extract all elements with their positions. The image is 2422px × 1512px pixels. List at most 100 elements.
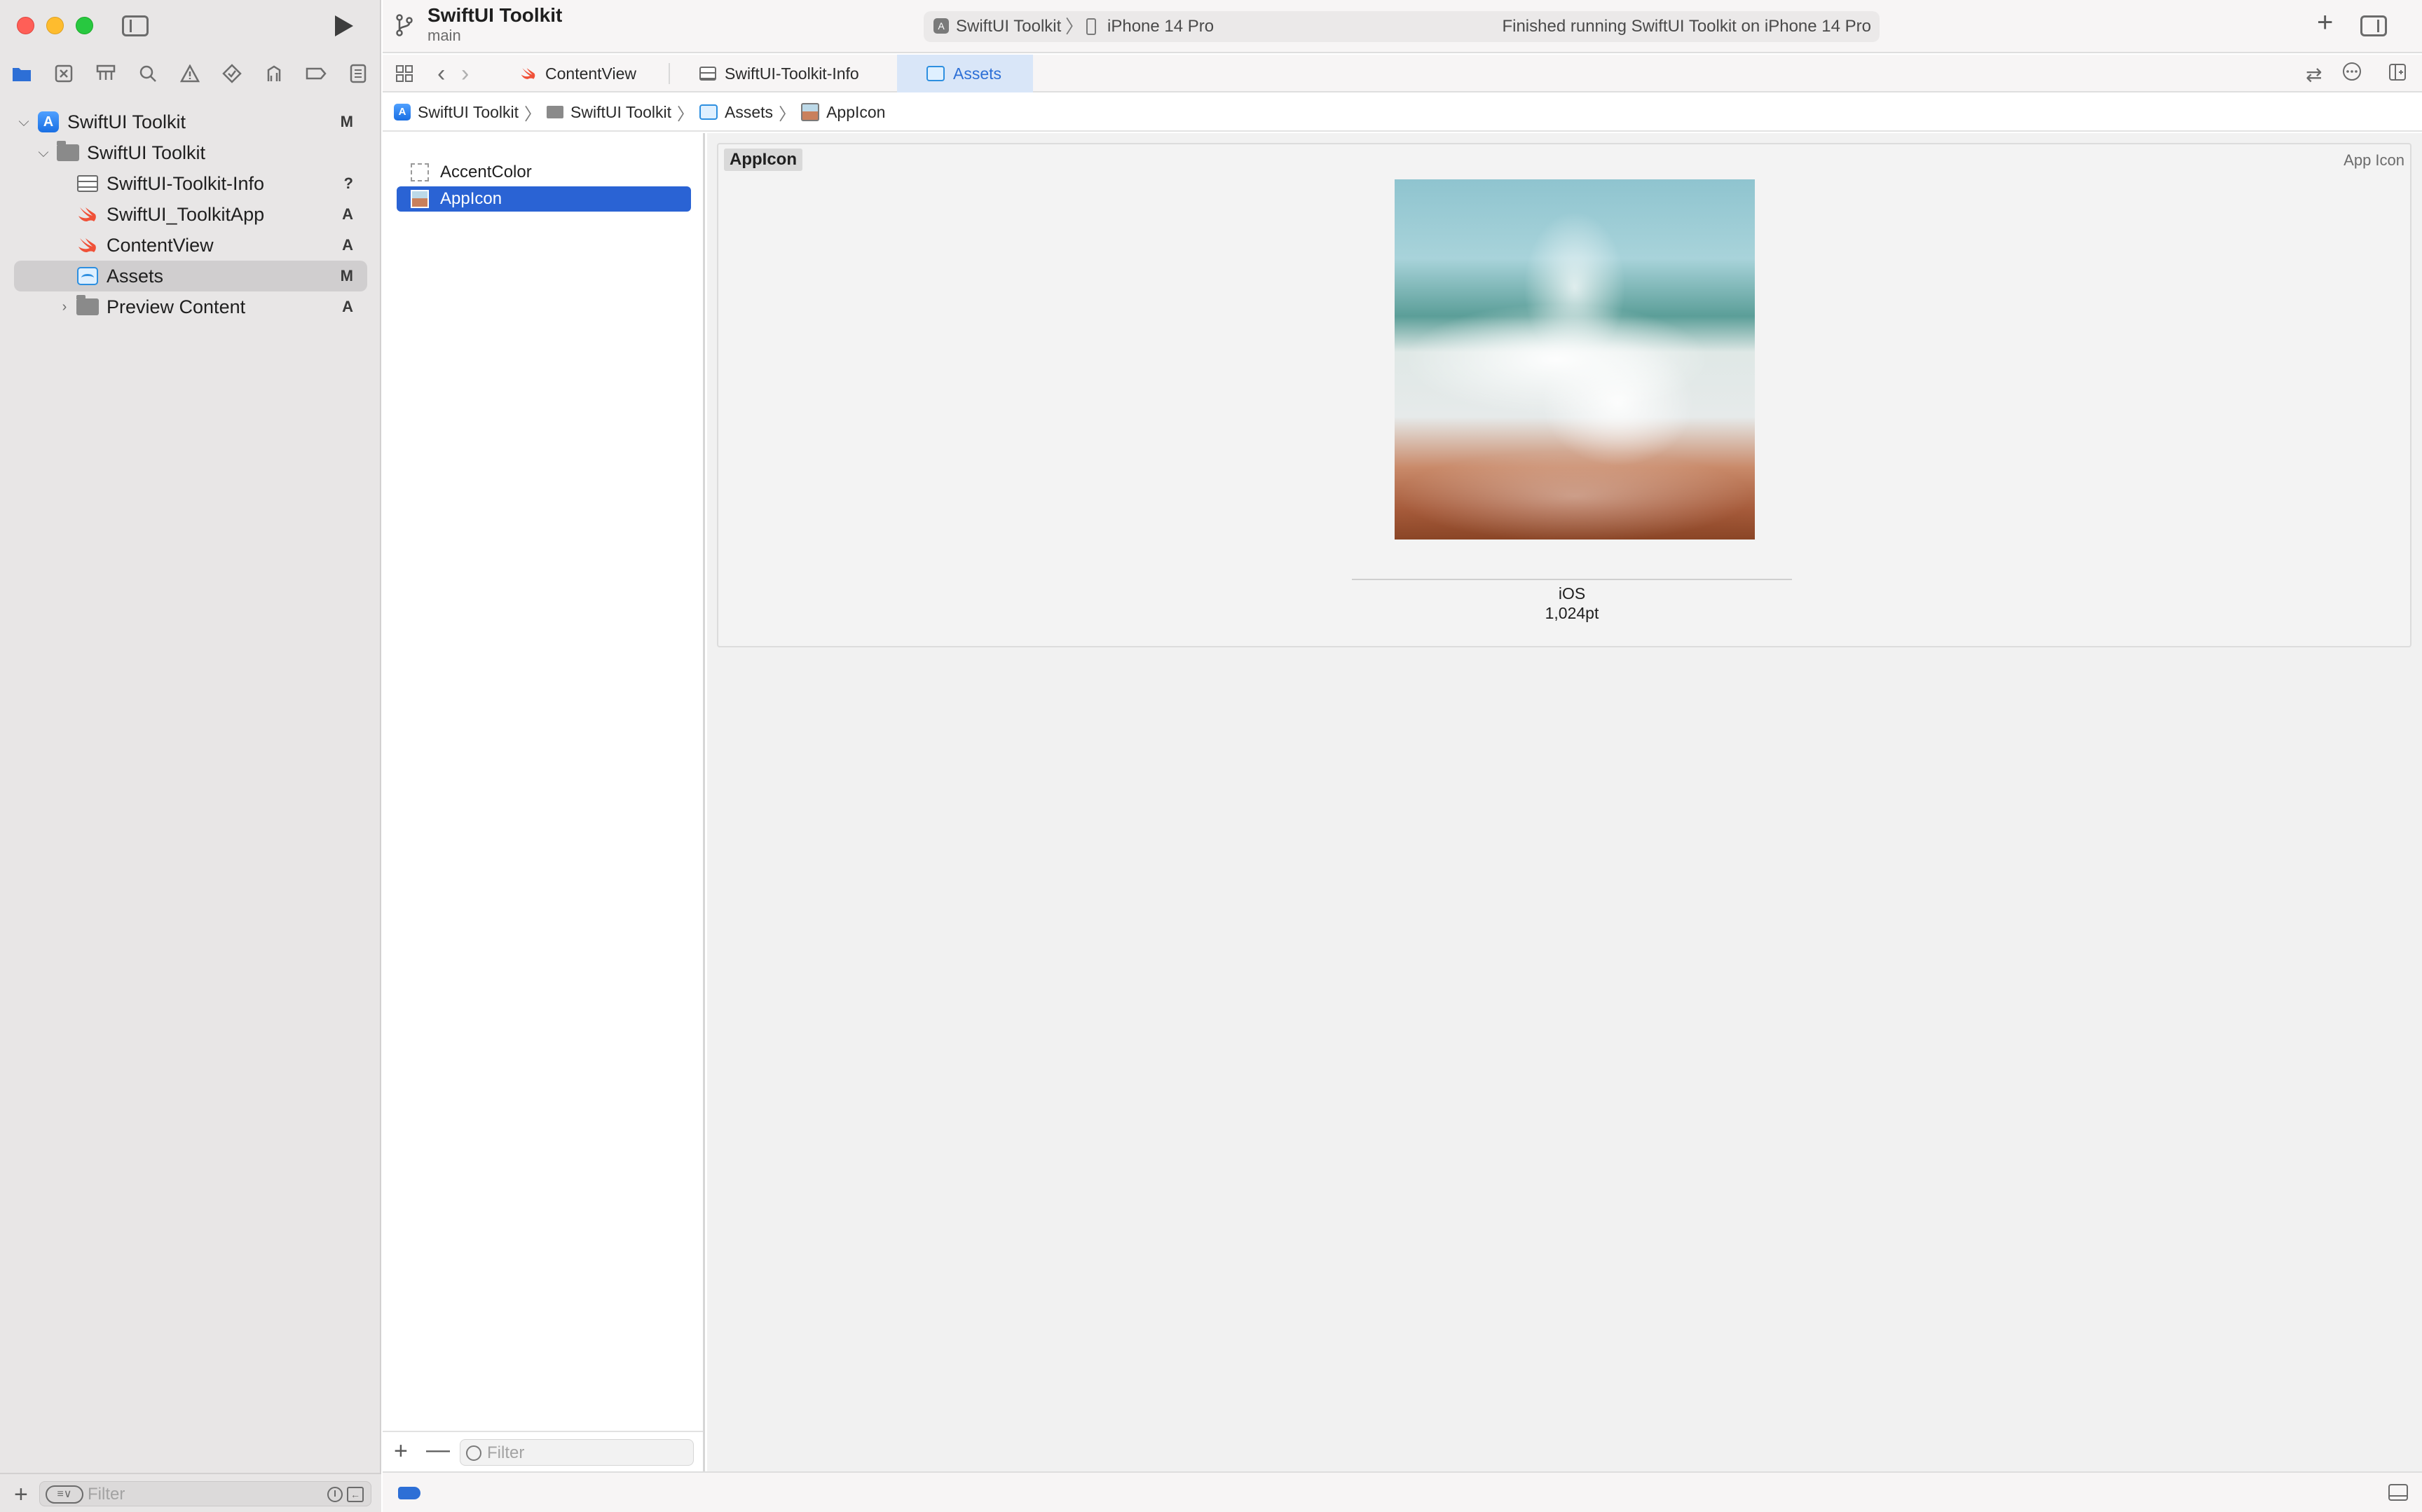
navigator-filter-field[interactable]: ≡∨ Filter ←: [39, 1481, 371, 1506]
find-navigator-icon[interactable]: [137, 63, 158, 84]
filter-icon: [466, 1445, 481, 1461]
jump-bar-group[interactable]: SwiftUI Toolkit: [547, 103, 671, 122]
more-options-icon[interactable]: [2342, 62, 2362, 86]
add-asset-button[interactable]: +: [394, 1438, 408, 1465]
disclosure-closed-icon[interactable]: ›: [56, 298, 73, 315]
source-control-navigator-icon[interactable]: [53, 63, 74, 84]
tab-label: Assets: [953, 64, 1002, 83]
navigator-sidebar: ⌵ A SwiftUI Toolkit M ⌵ SwiftUI Toolkit …: [0, 0, 381, 1512]
source-control-badge: M: [340, 113, 353, 130]
asset-catalog-icon: [76, 266, 100, 287]
icon-set-type: App Icon: [2344, 151, 2404, 169]
slot-platform-label: iOS: [1558, 584, 1586, 603]
asset-label: AppIcon: [440, 189, 502, 208]
split-swap-icon[interactable]: ⇄: [2306, 63, 2322, 86]
toggle-inspector-icon[interactable]: [2360, 15, 2387, 36]
asset-row-accentcolor[interactable]: AccentColor: [397, 160, 691, 185]
folder-icon: [56, 141, 80, 163]
close-window-button[interactable]: [17, 17, 34, 34]
activity-view: A SwiftUI Toolkit 〉 iPhone 14 Pro Finish…: [924, 11, 1880, 42]
project-title[interactable]: SwiftUI Toolkit: [427, 4, 562, 27]
navigator-footer: + ≡∨ Filter ←: [0, 1473, 381, 1512]
remove-asset-button[interactable]: —: [426, 1436, 450, 1464]
iphone-icon: [1086, 18, 1096, 35]
tab-label: ContentView: [545, 64, 636, 83]
symbol-navigator-icon[interactable]: [95, 63, 116, 84]
chevron-right-icon: 〉: [1065, 16, 1084, 37]
chevron-right-icon: 〉: [524, 104, 542, 124]
folder-icon: [76, 295, 100, 317]
recent-files-icon[interactable]: [327, 1487, 343, 1502]
scheme-selector[interactable]: SwiftUI Toolkit: [956, 11, 1061, 42]
tree-row-preview-content[interactable]: › Preview Content A: [14, 291, 367, 322]
add-editor-pane-icon[interactable]: [2388, 63, 2407, 86]
tree-row-assets[interactable]: Assets M: [14, 261, 367, 291]
source-control-badge: M: [340, 267, 353, 284]
swift-file-icon: [76, 235, 100, 256]
tab-assets[interactable]: Assets: [897, 55, 1033, 92]
swift-file-icon: [76, 204, 100, 225]
issue-navigator-icon[interactable]: [179, 63, 200, 84]
jump-bar-assets[interactable]: Assets: [699, 103, 773, 122]
tree-row-label: SwiftUI_ToolkitApp: [107, 203, 265, 225]
source-control-badge: A: [342, 298, 353, 315]
color-set-icon: [411, 163, 429, 181]
source-control-filter-icon[interactable]: ←: [347, 1487, 364, 1502]
toggle-navigator-icon[interactable]: [122, 15, 149, 36]
report-navigator-icon[interactable]: [348, 63, 369, 84]
disclosure-open-icon[interactable]: ⌵: [15, 114, 32, 130]
run-destination-selector[interactable]: iPhone 14 Pro: [1107, 11, 1214, 42]
tree-row-app-file[interactable]: SwiftUI_ToolkitApp A: [14, 199, 367, 230]
tree-row-group[interactable]: ⌵ SwiftUI Toolkit: [14, 137, 367, 168]
go-back-icon[interactable]: ‹: [437, 60, 445, 88]
app-icon-set-icon: [801, 103, 820, 121]
app-icon-image-well[interactable]: [1395, 179, 1755, 539]
slot-size-label: 1,024pt: [1545, 604, 1599, 622]
tab-label: SwiftUI-Toolkit-Info: [725, 64, 859, 83]
tree-row-project-root[interactable]: ⌵ A SwiftUI Toolkit M: [14, 106, 367, 137]
xcode-project-icon: A: [36, 111, 60, 132]
navigator-tab-bar: [0, 59, 381, 87]
filter-placeholder: Filter: [88, 1485, 125, 1504]
breakpoint-navigator-icon[interactable]: [306, 63, 327, 84]
property-list-icon: [76, 173, 100, 194]
chevron-right-icon: 〉: [677, 104, 695, 124]
tab-contentview[interactable]: ContentView: [520, 55, 673, 92]
asset-row-appicon[interactable]: AppIcon: [397, 186, 691, 212]
asset-editor: AppIcon App Icon iOS 1,024pt: [707, 133, 2422, 1471]
filter-placeholder: Filter: [487, 1443, 525, 1462]
editor-tab-bar: ‹ › ContentView SwiftUI-Toolkit-Info Ass…: [383, 55, 2422, 92]
property-list-icon: [699, 67, 716, 81]
tab-divider: [669, 63, 670, 84]
debug-navigator-icon[interactable]: [264, 63, 285, 84]
add-file-button[interactable]: +: [14, 1481, 28, 1508]
asset-catalog-icon: [699, 104, 718, 120]
app-icon-set-panel[interactable]: AppIcon App Icon iOS 1,024pt: [717, 143, 2411, 647]
related-items-grid-icon[interactable]: [395, 64, 413, 83]
zoom-window-button[interactable]: [76, 17, 93, 34]
filter-options-icon[interactable]: ≡∨: [46, 1485, 83, 1504]
source-control-badge: A: [342, 236, 353, 254]
jump-bar-label: SwiftUI Toolkit: [570, 102, 672, 121]
tree-row-label: Preview Content: [107, 296, 246, 317]
branch-name[interactable]: main: [427, 27, 461, 45]
window-toolbar: SwiftUI Toolkit main A SwiftUI Toolkit 〉…: [383, 0, 2422, 53]
test-navigator-icon[interactable]: [221, 63, 242, 84]
icon-set-title: AppIcon: [724, 149, 802, 171]
jump-bar-label: Assets: [725, 102, 774, 121]
minimize-window-button[interactable]: [46, 17, 64, 34]
toggle-debug-area-icon[interactable]: [2388, 1484, 2408, 1501]
run-button[interactable]: [335, 15, 353, 36]
asset-filter-field[interactable]: Filter: [460, 1439, 694, 1466]
go-forward-icon[interactable]: ›: [461, 60, 469, 88]
tree-row-contentview[interactable]: ContentView A: [14, 230, 367, 261]
project-navigator-icon[interactable]: [11, 63, 32, 84]
jump-bar-project[interactable]: A SwiftUI Toolkit: [394, 103, 519, 122]
library-plus-button[interactable]: +: [2317, 7, 2333, 39]
breakpoints-toggle-icon[interactable]: [398, 1487, 420, 1499]
tree-row-info-plist[interactable]: SwiftUI-Toolkit-Info ?: [14, 168, 367, 199]
asset-label: AccentColor: [440, 163, 532, 181]
jump-bar-appicon[interactable]: AppIcon: [801, 103, 885, 122]
disclosure-open-icon[interactable]: ⌵: [35, 144, 52, 161]
tab-info-plist[interactable]: SwiftUI-Toolkit-Info: [699, 55, 910, 92]
